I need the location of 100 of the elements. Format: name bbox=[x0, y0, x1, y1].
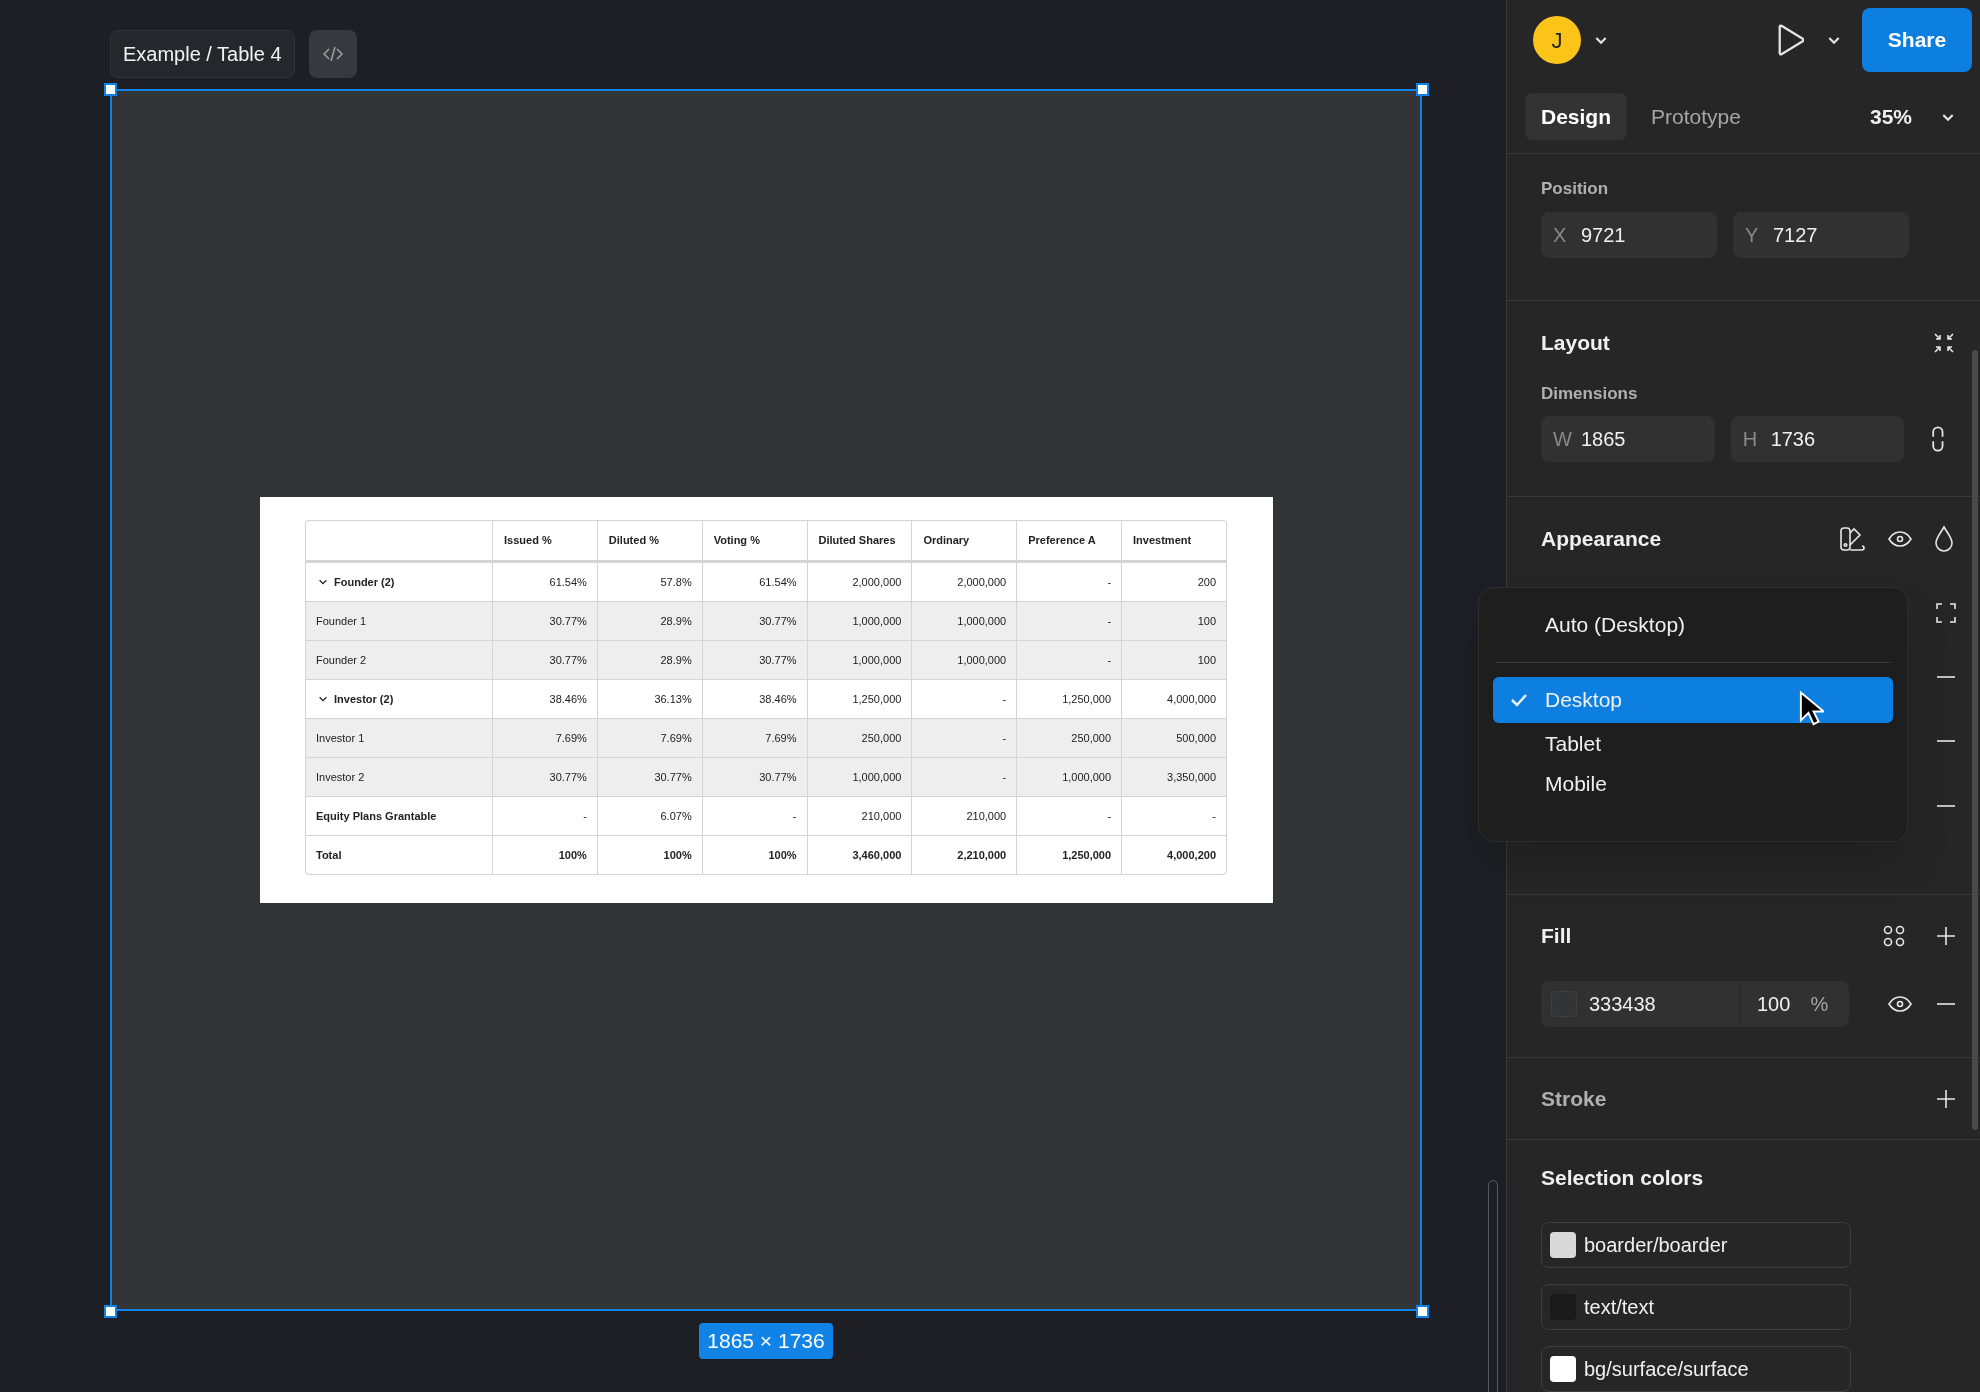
field-label: Y bbox=[1745, 222, 1760, 248]
table-cell: 100% bbox=[493, 836, 598, 875]
section-label: Dimensions bbox=[1541, 382, 1639, 405]
menu-item[interactable]: Mobile bbox=[1493, 765, 1893, 803]
table-cell: 1,250,000 bbox=[1017, 680, 1123, 719]
number-field[interactable]: H 1736 bbox=[1730, 416, 1905, 462]
menu-item-label: Desktop bbox=[1545, 687, 1623, 714]
table-cell: - bbox=[1017, 641, 1123, 680]
table-cell: - bbox=[912, 680, 1018, 719]
table-cell: 36.13% bbox=[597, 680, 703, 719]
table-cell: 2,000,000 bbox=[807, 563, 913, 602]
table-cell: - bbox=[912, 758, 1018, 797]
table-cell: 30.77% bbox=[702, 641, 808, 680]
panel-tab[interactable]: Design bbox=[1525, 93, 1627, 140]
table-cell: 250,000 bbox=[1017, 719, 1123, 758]
number-field[interactable]: Y 7127 bbox=[1733, 211, 1909, 258]
group-label: Investor (2) bbox=[334, 691, 394, 707]
resize-handle[interactable] bbox=[1416, 1305, 1429, 1318]
color-style-chip[interactable]: text/text bbox=[1541, 1283, 1851, 1330]
table-cell: 38.46% bbox=[702, 680, 808, 719]
table-cell: 30.77% bbox=[597, 758, 703, 797]
fullscreen-icon[interactable] bbox=[1936, 603, 1956, 623]
table-cell: 3,350,000 bbox=[1122, 758, 1227, 797]
selected-frame[interactable] bbox=[110, 89, 1422, 1311]
table-cell: Equity Plans Grantable bbox=[305, 797, 493, 836]
frame-size-badge: 1865 × 1736 bbox=[699, 1323, 833, 1359]
number-field[interactable]: W 1865 bbox=[1541, 416, 1715, 462]
code-button[interactable] bbox=[308, 30, 357, 78]
plus-icon[interactable] bbox=[1936, 1088, 1956, 1109]
code-icon bbox=[322, 44, 343, 64]
table-cell: 1,000,000 bbox=[807, 602, 913, 641]
table-cell: 200 bbox=[1122, 563, 1227, 602]
unit-label: % bbox=[1810, 992, 1829, 1017]
avatar[interactable]: J bbox=[1533, 16, 1581, 64]
table-cell: - bbox=[1017, 602, 1123, 641]
table-cell: 30.77% bbox=[702, 602, 808, 641]
table-cell: 1,250,000 bbox=[807, 680, 913, 719]
fill-field[interactable]: 333438 bbox=[1541, 981, 1741, 1027]
table-cell: 100 bbox=[1122, 641, 1227, 680]
chevron-down-icon[interactable] bbox=[318, 577, 328, 587]
resize-handle[interactable] bbox=[1416, 83, 1429, 96]
section-title: Fill bbox=[1541, 923, 1573, 950]
resize-handle[interactable] bbox=[104, 83, 117, 96]
table-cell: 30.77% bbox=[493, 758, 598, 797]
scrollbar[interactable] bbox=[1972, 350, 1978, 1130]
table-cell: - bbox=[1017, 563, 1123, 602]
field-value: 9721 bbox=[1581, 222, 1626, 248]
resize-handle[interactable] bbox=[104, 1305, 117, 1318]
zoom-level[interactable]: 35% bbox=[1869, 100, 1912, 133]
table-cell: - bbox=[1017, 797, 1123, 836]
table-cell: 2,210,000 bbox=[912, 836, 1018, 875]
table-cell: 250,000 bbox=[807, 719, 913, 758]
table-cell: 4,000,200 bbox=[1122, 836, 1227, 875]
chevron-down-icon[interactable] bbox=[318, 694, 328, 704]
style-icon[interactable] bbox=[1838, 525, 1866, 553]
table-cell: Founder 2 bbox=[305, 641, 493, 680]
table-cell: - bbox=[1122, 797, 1227, 836]
color-style-chip[interactable]: boarder/boarder bbox=[1541, 1221, 1851, 1268]
menu-item-label: Mobile bbox=[1545, 771, 1607, 798]
table-cell: 28.9% bbox=[597, 641, 703, 680]
grid-dots-icon[interactable] bbox=[1882, 924, 1906, 948]
frame-name-label[interactable]: Example / Table 4 bbox=[110, 30, 295, 78]
table-cell: 7.69% bbox=[702, 719, 808, 758]
section-label: Position bbox=[1541, 178, 1610, 200]
panel-tab[interactable]: Prototype bbox=[1635, 93, 1757, 140]
section-title: Appearance bbox=[1541, 526, 1663, 553]
table-cell: 100% bbox=[597, 836, 703, 875]
table-cell: 210,000 bbox=[912, 797, 1018, 836]
section-title: Stroke bbox=[1541, 1085, 1607, 1112]
collapse-icon[interactable] bbox=[1932, 330, 1956, 355]
table-cell: Total bbox=[305, 836, 493, 875]
table-cell: 1,250,000 bbox=[1017, 836, 1123, 875]
field-value: 1865 bbox=[1581, 427, 1626, 452]
play-icon[interactable] bbox=[1776, 24, 1804, 56]
color-style-name: boarder/boarder bbox=[1584, 1232, 1728, 1258]
eye-icon[interactable] bbox=[1888, 529, 1912, 549]
menu-item[interactable]: Auto (Desktop) bbox=[1493, 602, 1893, 648]
table-cell: 3,460,000 bbox=[807, 836, 913, 875]
plus-icon[interactable] bbox=[1936, 926, 1956, 946]
table-cell: 2,000,000 bbox=[912, 563, 1018, 602]
menu-item[interactable]: Tablet bbox=[1493, 725, 1893, 763]
group-label: Founder (2) bbox=[334, 574, 395, 590]
share-button[interactable]: Share bbox=[1862, 8, 1972, 72]
color-style-chip[interactable]: bg/surface/surface bbox=[1541, 1345, 1851, 1392]
field-value: 7127 bbox=[1773, 222, 1818, 248]
link-icon[interactable] bbox=[1930, 425, 1946, 453]
color-style-name: bg/surface/surface bbox=[1584, 1356, 1749, 1382]
section-title: Layout bbox=[1541, 329, 1610, 356]
number-field[interactable]: X 9721 bbox=[1541, 211, 1717, 258]
eye-icon[interactable] bbox=[1888, 994, 1912, 1014]
table-cell: - bbox=[912, 719, 1018, 758]
table-cell: 7.69% bbox=[493, 719, 598, 758]
table-cell: 4,000,000 bbox=[1122, 680, 1227, 719]
table-cell: 57.8% bbox=[597, 563, 703, 602]
menu-item[interactable]: Desktop bbox=[1493, 677, 1893, 723]
table-cell: 6.07% bbox=[597, 797, 703, 836]
opacity-field[interactable]: 100 % bbox=[1741, 981, 1849, 1027]
table-cell: 1,000,000 bbox=[807, 641, 913, 680]
table-cell: 30.77% bbox=[493, 602, 598, 641]
drop-icon[interactable] bbox=[1934, 525, 1954, 553]
